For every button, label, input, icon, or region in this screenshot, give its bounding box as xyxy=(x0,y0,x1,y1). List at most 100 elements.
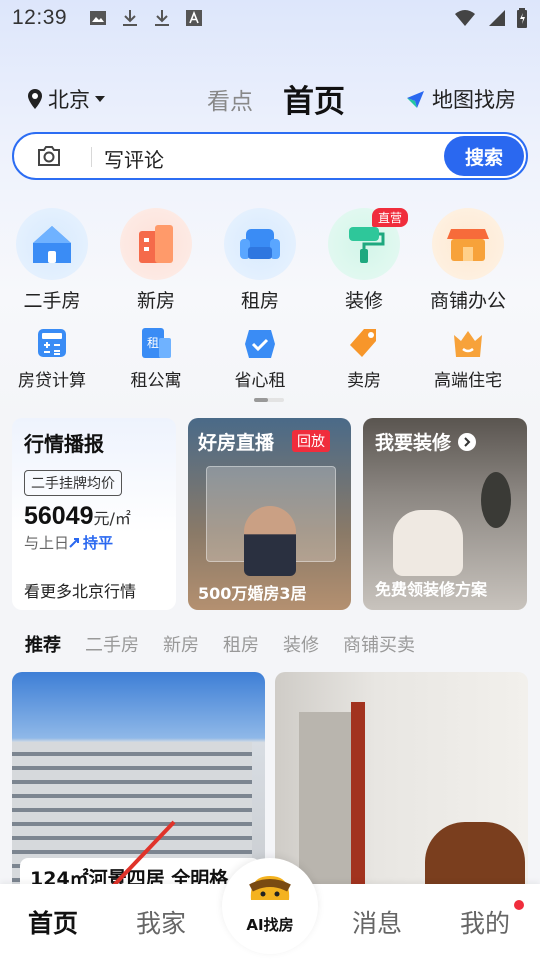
replay-badge: 回放 xyxy=(292,430,330,452)
doorway-shape xyxy=(299,712,359,892)
sub-label: 房贷计算 xyxy=(18,371,86,391)
market-more-link[interactable]: 看更多北京行情 xyxy=(24,578,136,602)
search-bar[interactable]: 写评论 搜索 xyxy=(12,132,528,180)
map-arrow-icon xyxy=(407,91,424,108)
city-selector[interactable]: 北京 xyxy=(26,84,110,114)
sub-rent-apartment[interactable]: 租 租公寓 xyxy=(104,326,208,391)
live-title: 好房直播 xyxy=(198,432,275,454)
search-input[interactable]: 写评论 xyxy=(104,144,164,173)
trend-arrow-icon xyxy=(69,538,80,548)
market-title: 行情播报 xyxy=(24,432,104,456)
arrow-right-circle-icon xyxy=(457,433,476,451)
live-stream-card[interactable]: 好房直播 回放 500万婚房3居 xyxy=(188,418,351,610)
ai-mascot-icon xyxy=(249,876,291,900)
signal-icon xyxy=(489,10,505,26)
price-value: 56049 xyxy=(24,502,94,530)
sub-worry-free-rent[interactable]: 省心租 xyxy=(208,326,312,391)
wifi-icon xyxy=(455,10,475,26)
location-pin-icon xyxy=(28,89,42,109)
status-bar: 12:39 xyxy=(0,0,540,36)
market-tag: 二手挂牌均价 xyxy=(24,470,122,496)
price-unit: 元/㎡ xyxy=(93,509,131,528)
category-row: 二手房 新房 租房 直营 装修 商铺办公 xyxy=(0,208,540,313)
category-label: 二手房 xyxy=(23,290,81,312)
feed-item[interactable]: 124㎡河景四居 全明格 xyxy=(12,672,265,892)
sub-label: 高端住宅 xyxy=(434,371,502,391)
nav-my-home[interactable]: 我家 xyxy=(136,904,186,940)
feed-tab-rent[interactable]: 租房 xyxy=(223,631,259,657)
nav-ai-find-house[interactable]: AI找房 xyxy=(222,858,318,954)
plant-shape xyxy=(481,472,511,528)
apartment-icon: 租 xyxy=(104,326,208,360)
red-pillar-shape xyxy=(351,702,365,892)
notification-dot xyxy=(514,900,524,910)
crown-house-icon xyxy=(416,326,520,360)
sofa-icon xyxy=(224,208,296,280)
check-box-icon xyxy=(208,326,312,360)
sub-label: 省心租 xyxy=(234,371,286,391)
category-second-hand[interactable]: 二手房 xyxy=(0,208,104,313)
nav-mine[interactable]: 我的 xyxy=(460,904,510,940)
category-shop-office[interactable]: 商铺办公 xyxy=(416,208,520,313)
feed-tab-second-hand[interactable]: 二手房 xyxy=(85,631,139,657)
live-caption: 500万婚房3居 xyxy=(198,584,307,603)
feed-item[interactable] xyxy=(275,672,528,892)
house-icon xyxy=(16,208,88,280)
decor-caption: 免费领装修方案 xyxy=(375,580,488,599)
building-icon xyxy=(120,208,192,280)
ai-label: AI找房 xyxy=(246,916,294,934)
category-decoration[interactable]: 直营 装修 xyxy=(312,208,416,313)
compare-value: 持平 xyxy=(83,534,114,552)
category-label: 商铺办公 xyxy=(429,290,506,312)
battery-icon xyxy=(517,8,527,28)
price-tag-icon xyxy=(312,326,416,360)
decor-title: 我要装修 xyxy=(375,428,476,455)
feed-tab-decoration[interactable]: 装修 xyxy=(283,631,319,657)
gallery-icon xyxy=(90,11,107,25)
paint-roller-icon: 直营 xyxy=(328,208,408,280)
sub-luxury-residence[interactable]: 高端住宅 xyxy=(416,326,520,391)
category-rent[interactable]: 租房 xyxy=(208,208,312,313)
market-price: 56049元/㎡ xyxy=(24,502,131,531)
feed-tabs: 推荐 二手房 新房 租房 装修 商铺买卖 xyxy=(25,631,415,657)
city-name: 北京 xyxy=(48,88,90,112)
feed-tab-new-house[interactable]: 新房 xyxy=(163,631,199,657)
camera-icon[interactable] xyxy=(36,144,62,168)
nav-messages[interactable]: 消息 xyxy=(352,904,402,940)
top-header: 北京 看点 首页 地图找房 xyxy=(0,72,540,122)
category-label: 租房 xyxy=(240,290,279,312)
apartment-glyph: 租 xyxy=(147,336,159,350)
download-icon xyxy=(155,10,170,26)
status-time: 12:39 xyxy=(12,6,68,29)
calculator-icon xyxy=(0,326,104,360)
market-report-card[interactable]: 行情播报 二手挂牌均价 56049元/㎡ 与上日 持平 看更多北京行情 xyxy=(12,418,176,610)
caret-down-icon xyxy=(95,96,105,102)
category-label: 装修 xyxy=(344,290,383,312)
category-label: 新房 xyxy=(136,290,175,312)
sub-mortgage-calc[interactable]: 房贷计算 xyxy=(0,326,104,391)
map-find-label: 地图找房 xyxy=(432,88,516,112)
decoration-card[interactable]: 我要装修 免费领装修方案 xyxy=(363,418,527,610)
presenter-figure xyxy=(244,506,296,576)
map-find-button[interactable]: 地图找房 xyxy=(404,84,516,114)
download-icon xyxy=(123,10,138,26)
direct-badge: 直营 xyxy=(371,208,408,227)
search-divider xyxy=(91,147,92,167)
sub-sell-house[interactable]: 卖房 xyxy=(312,326,416,391)
armchair-shape xyxy=(393,510,463,576)
font-icon xyxy=(186,10,203,26)
search-button[interactable]: 搜索 xyxy=(444,136,524,176)
category-new-house[interactable]: 新房 xyxy=(104,208,208,313)
compare-prefix: 与上日 xyxy=(24,534,70,552)
subcategory-row: 房贷计算 租 租公寓 省心租 卖房 高端住宅 xyxy=(0,326,540,391)
nav-home[interactable]: 首页 xyxy=(28,904,78,940)
feed-tab-recommend[interactable]: 推荐 xyxy=(25,631,61,657)
page-indicator xyxy=(254,398,284,402)
market-compare: 与上日 持平 xyxy=(24,532,113,553)
wooden-bed-shape xyxy=(425,822,525,892)
feed-tab-shop[interactable]: 商铺买卖 xyxy=(343,631,415,657)
sub-label: 卖房 xyxy=(347,371,381,391)
bottom-nav: 首页 我家 AI找房 消息 我的 xyxy=(0,858,540,960)
tab-home[interactable]: 首页 xyxy=(283,76,345,121)
tab-look[interactable]: 看点 xyxy=(207,82,253,116)
